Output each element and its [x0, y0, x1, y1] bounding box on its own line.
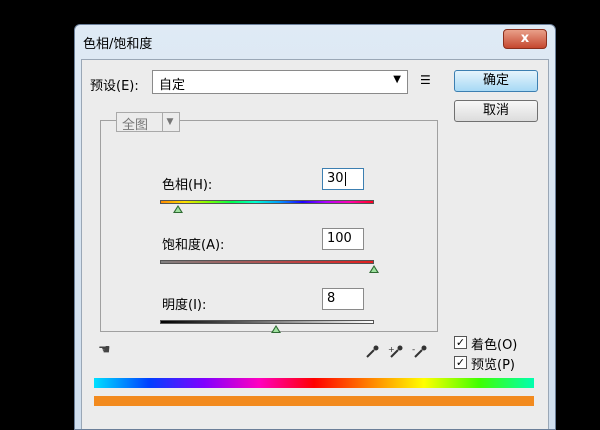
title-bar[interactable]: 色相/饱和度 x — [75, 25, 555, 59]
saturation-value: 100 — [327, 231, 352, 246]
check-icon: ✓ — [455, 336, 466, 349]
preview-checkbox[interactable]: ✓ — [454, 356, 467, 369]
saturation-input[interactable]: 100 — [322, 228, 364, 250]
text-caret — [344, 171, 346, 186]
channel-value: 全图 — [122, 118, 149, 133]
eyedropper-icon[interactable] — [364, 344, 380, 360]
svg-text:-: - — [412, 345, 415, 355]
saturation-slider-thumb[interactable] — [369, 265, 379, 273]
close-button[interactable]: x — [503, 29, 547, 49]
eyedropper-minus-icon[interactable]: - — [412, 344, 428, 360]
output-color-bar — [94, 396, 534, 406]
chevron-down-icon: ▼ — [162, 113, 177, 131]
preset-select[interactable]: 自定 ▼ — [152, 70, 408, 94]
saturation-label: 饱和度(A): — [162, 238, 225, 253]
lightness-slider-track[interactable] — [160, 320, 374, 324]
hue-slider-track[interactable] — [160, 200, 374, 204]
hue-value: 30 — [327, 171, 344, 186]
cancel-button[interactable]: 取消 — [454, 100, 538, 122]
adjust-group — [100, 120, 438, 332]
svg-text:+: + — [388, 345, 395, 354]
dialog-body: 预设(E): 自定 ▼ ☰ 确定 取消 全图 ▼ 色相(H): 30 饱和度(A… — [81, 59, 549, 429]
ok-button[interactable]: 确定 — [454, 70, 538, 92]
preset-label: 预设(E): — [90, 79, 139, 94]
lightness-input[interactable]: 8 — [322, 288, 364, 310]
hand-adjust-icon[interactable]: ☚ — [98, 342, 111, 358]
menu-icon[interactable]: ☰ — [420, 73, 431, 87]
lightness-value: 8 — [327, 291, 336, 306]
eyedropper-plus-icon[interactable]: + — [388, 344, 404, 360]
colorize-label: 着色(O) — [471, 338, 518, 353]
hue-slider-thumb[interactable] — [172, 205, 183, 213]
preset-value: 自定 — [159, 78, 186, 93]
colorize-checkbox[interactable]: ✓ — [454, 336, 467, 349]
hue-label: 色相(H): — [162, 178, 213, 193]
hue-saturation-dialog: 色相/饱和度 x 预设(E): 自定 ▼ ☰ 确定 取消 全图 ▼ 色相(H):… — [74, 24, 556, 430]
lightness-slider-thumb[interactable] — [270, 325, 281, 333]
dialog-title: 色相/饱和度 — [83, 37, 153, 52]
check-icon: ✓ — [455, 356, 466, 369]
preview-label: 预览(P) — [471, 358, 515, 373]
channel-select[interactable]: 全图 ▼ — [116, 112, 180, 133]
lightness-label: 明度(I): — [162, 298, 207, 313]
hue-input[interactable]: 30 — [322, 168, 364, 190]
input-spectrum-bar — [94, 378, 534, 388]
saturation-slider-track[interactable] — [160, 260, 374, 264]
chevron-down-icon: ▼ — [393, 74, 401, 85]
